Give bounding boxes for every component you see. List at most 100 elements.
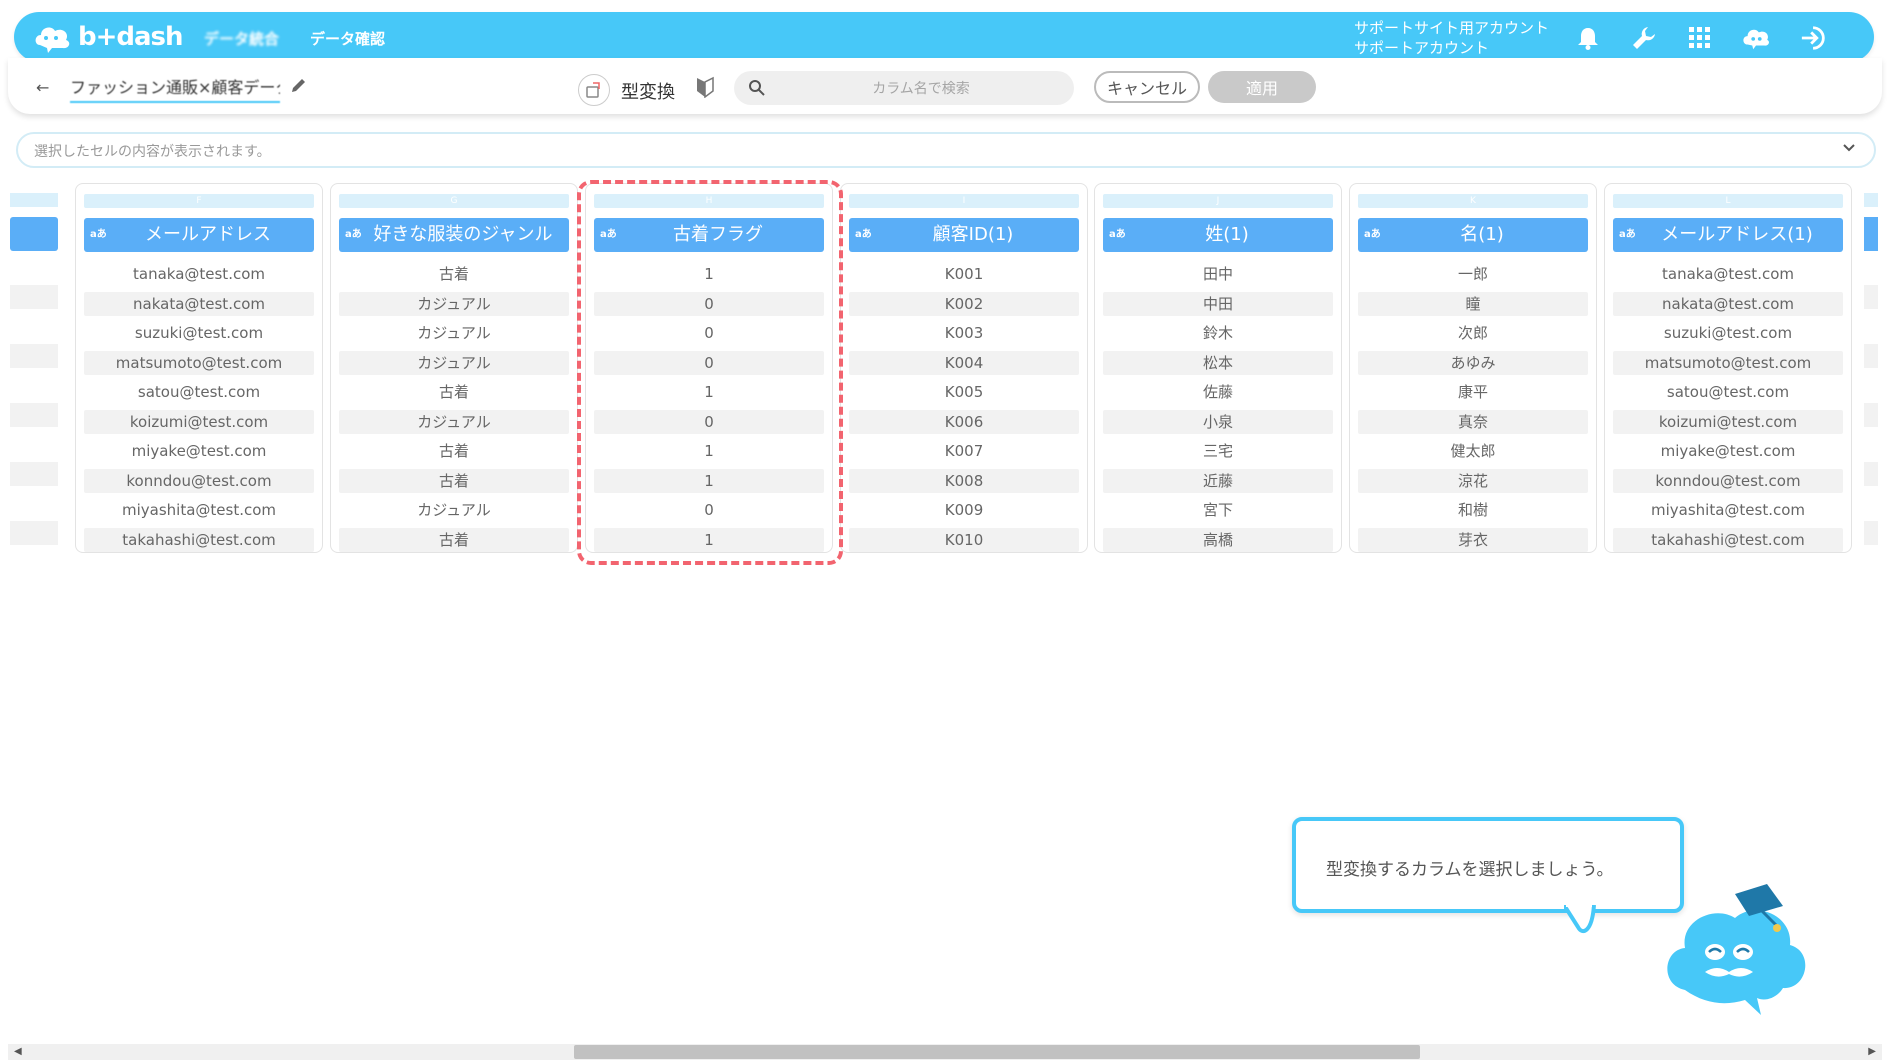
table-cell[interactable]: 高橋 (1103, 527, 1333, 552)
table-cell[interactable]: miyake@test.com (1613, 439, 1843, 463)
table-cell[interactable]: 古着 (339, 439, 569, 463)
table-cell[interactable]: 田中 (1103, 262, 1333, 286)
table-cell[interactable]: 芽衣 (1358, 527, 1588, 552)
table-cell[interactable]: 佐藤 (1103, 380, 1333, 404)
account-info[interactable]: サポートサイト用アカウント サポートアカウント (1354, 18, 1549, 58)
table-cell[interactable]: matsumoto@test.com (1613, 350, 1843, 375)
table-cell[interactable]: takahashi@test.com (84, 527, 314, 552)
support-bot-icon[interactable] (1742, 24, 1770, 52)
table-cell[interactable]: 小泉 (1103, 409, 1333, 434)
bdash-logo[interactable]: b+dash (32, 21, 184, 53)
table-cell[interactable]: nakata@test.com (84, 291, 314, 316)
horizontal-scrollbar[interactable]: ◀ ▶ (8, 1044, 1882, 1060)
table-cell[interactable]: 宮下 (1103, 498, 1333, 522)
table-cell[interactable]: 涼花 (1358, 468, 1588, 493)
table-cell[interactable]: K005 (849, 380, 1079, 404)
table-cell[interactable]: 瞳 (1358, 291, 1588, 316)
tab-data-check[interactable]: データ確認 (310, 28, 385, 49)
table-cell[interactable]: 一郎 (1358, 262, 1588, 286)
table-cell[interactable]: K008 (849, 468, 1079, 493)
column-4[interactable]: Jaあ 姓(1) 田中 中田 鈴木 松本 佐藤 小泉 三宅 近藤 宮下 高橋 (1094, 183, 1342, 553)
table-cell[interactable]: satou@test.com (1613, 380, 1843, 404)
apply-button[interactable]: 適用 (1208, 71, 1316, 103)
table-cell[interactable]: tanaka@test.com (1613, 262, 1843, 286)
table-cell[interactable]: matsumoto@test.com (84, 350, 314, 375)
column-header[interactable]: aあ 名(1) (1358, 218, 1588, 252)
grid-apps-icon[interactable] (1686, 24, 1714, 52)
scrollbar-thumb[interactable] (574, 1045, 1420, 1059)
table-cell[interactable]: miyashita@test.com (84, 498, 314, 522)
table-cell[interactable]: 古着 (339, 380, 569, 404)
target-column-highlight (577, 180, 843, 565)
table-cell[interactable]: konndou@test.com (84, 468, 314, 493)
table-cell[interactable]: あゆみ (1358, 350, 1588, 375)
chevron-down-icon[interactable] (1842, 143, 1856, 153)
table-cell[interactable]: K004 (849, 350, 1079, 375)
file-name[interactable]: ファッション通販×顧客データ (70, 74, 280, 103)
type-convert-icon[interactable] (578, 74, 610, 106)
column-0[interactable]: Faあ メールアドレス tanaka@test.com nakata@test.com… (75, 183, 323, 553)
column-search-input[interactable] (774, 77, 1068, 101)
table-cell[interactable]: 松本 (1103, 350, 1333, 375)
table-cell[interactable]: tanaka@test.com (84, 262, 314, 286)
table-cell[interactable]: suzuki@test.com (84, 321, 314, 345)
table-cell[interactable]: miyake@test.com (84, 439, 314, 463)
table-cell[interactable]: takahashi@test.com (1613, 527, 1843, 552)
table-cell[interactable]: カジュアル (339, 350, 569, 375)
table-cell[interactable]: K003 (849, 321, 1079, 345)
table-cell[interactable]: カジュアル (339, 498, 569, 522)
table-cell[interactable]: suzuki@test.com (1613, 321, 1843, 345)
table-cell[interactable]: カジュアル (339, 409, 569, 434)
table-cell[interactable]: 和樹 (1358, 498, 1588, 522)
table-cell[interactable]: カジュアル (339, 321, 569, 345)
pencil-edit-icon[interactable] (290, 76, 308, 94)
column-1[interactable]: Gaあ 好きな服装のジャンル 古着 カジュアル カジュアル カジュアル 古着 カジュアル 古着古… (330, 183, 578, 553)
table-cell[interactable]: カジュアル (339, 291, 569, 316)
search-icon (749, 80, 765, 96)
table-cell[interactable]: 古着 (339, 527, 569, 552)
column-header[interactable]: aあ 姓(1) (1103, 218, 1333, 252)
table-cell[interactable]: koizumi@test.com (84, 409, 314, 434)
table-cell[interactable]: nakata@test.com (1613, 291, 1843, 316)
logout-icon[interactable] (1800, 24, 1828, 52)
column-header[interactable]: aあ メールアドレス (84, 218, 314, 252)
table-cell[interactable]: 次郎 (1358, 321, 1588, 345)
column-header-name: メールアドレス(1) (1661, 224, 1813, 245)
text-type-icon: aあ (345, 229, 362, 240)
table-cell[interactable]: 健太郎 (1358, 439, 1588, 463)
column-header[interactable]: aあ 顧客ID(1) (849, 218, 1079, 252)
scroll-right-arrow-icon[interactable]: ▶ (1868, 1046, 1876, 1057)
table-cell[interactable]: K007 (849, 439, 1079, 463)
column-header[interactable]: aあ 好きな服装のジャンル (339, 218, 569, 252)
column-6[interactable]: Laあ メールアドレス(1) tanaka@test.com nakata@test.… (1604, 183, 1852, 553)
table-cell[interactable]: 康平 (1358, 380, 1588, 404)
table-cell[interactable]: K010 (849, 527, 1079, 552)
table-cell[interactable]: miyashita@test.com (1613, 498, 1843, 522)
table-cell[interactable]: 古着 (339, 468, 569, 493)
bell-icon[interactable] (1574, 24, 1602, 52)
wrench-icon[interactable] (1630, 24, 1658, 52)
column-3[interactable]: Iaあ 顧客ID(1) K001 K002 K003 K004 K005 K006 K007 K0… (840, 183, 1088, 553)
table-cell[interactable]: K002 (849, 291, 1079, 316)
table-cell[interactable]: K006 (849, 409, 1079, 434)
column-letter: K (1358, 194, 1588, 208)
table-cell[interactable]: 近藤 (1103, 468, 1333, 493)
selected-cell-content-bar[interactable]: 選択したセルの内容が表示されます。 (16, 132, 1876, 168)
table-cell[interactable]: koizumi@test.com (1613, 409, 1843, 434)
column-header[interactable]: aあ メールアドレス(1) (1613, 218, 1843, 252)
table-cell[interactable]: konndou@test.com (1613, 468, 1843, 493)
back-arrow-icon[interactable]: ← (36, 78, 49, 97)
table-cell[interactable]: 中田 (1103, 291, 1333, 316)
table-cell[interactable]: K001 (849, 262, 1079, 286)
table-cell[interactable]: 古着 (339, 262, 569, 286)
table-cell[interactable]: 真奈 (1358, 409, 1588, 434)
table-cell[interactable]: satou@test.com (84, 380, 314, 404)
beginner-mark-icon[interactable] (696, 76, 714, 98)
cancel-button[interactable]: キャンセル (1094, 71, 1200, 103)
tab-data-integration[interactable]: データ統合 (204, 28, 279, 49)
table-cell[interactable]: 三宅 (1103, 439, 1333, 463)
column-5[interactable]: Kaあ 名(1) 一郎瞳次郎あゆみ康平真奈健太郎涼花和樹芽衣 (1349, 183, 1597, 553)
scroll-left-arrow-icon[interactable]: ◀ (14, 1046, 22, 1057)
table-cell[interactable]: 鈴木 (1103, 321, 1333, 345)
table-cell[interactable]: K009 (849, 498, 1079, 522)
